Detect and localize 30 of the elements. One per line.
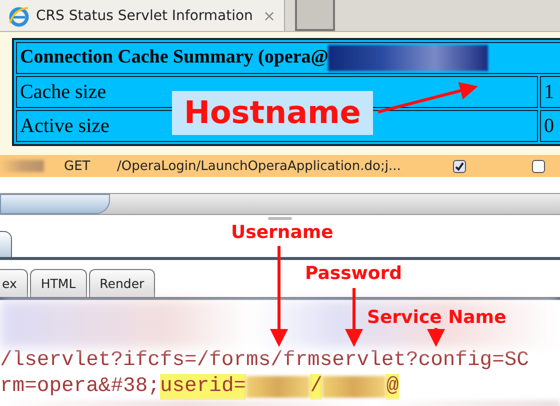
annotation-arrow — [427, 328, 445, 347]
annotation-label: Hostname — [172, 91, 373, 135]
checkbox[interactable] — [532, 160, 545, 172]
annotation-arrow — [345, 288, 363, 347]
blurred-block — [0, 160, 44, 172]
code-text: @ — [386, 374, 399, 400]
request-url: /OperaLogin/LaunchOperaApplication.do;j... — [117, 158, 402, 174]
code-text: rm=opera&#38; — [0, 374, 160, 400]
table-heading: Connection Cache Summary (opera@ — [20, 46, 328, 68]
row-label: Cache size — [20, 80, 106, 102]
request-method: GET — [64, 158, 92, 174]
row-value: 1 — [544, 80, 554, 102]
code-text: / — [310, 374, 322, 400]
annotation-label: Username — [231, 222, 334, 243]
annotation-label: Password — [305, 263, 402, 284]
scrollbar-thumb[interactable] — [0, 194, 110, 214]
annotation-label: Service Name — [367, 307, 506, 328]
view-tab[interactable]: Render — [88, 269, 156, 297]
splitter-handle[interactable] — [268, 217, 292, 220]
view-tab[interactable]: HTML — [30, 269, 87, 297]
tab-title[interactable]: CRS Status Servlet Information — [36, 8, 253, 24]
checkbox[interactable] — [453, 160, 466, 172]
browser-logo-icon — [8, 4, 30, 26]
new-tab-button[interactable] — [294, 0, 335, 31]
code-text: userid= — [160, 374, 246, 400]
row-value: 0 — [544, 114, 554, 136]
panel-tab[interactable] — [0, 231, 12, 257]
view-tab[interactable]: ex — [0, 269, 28, 297]
code-text: /lservlet?ifcfs=/forms/frmservlet?config=SC — [0, 348, 529, 374]
row-label: Active size — [20, 114, 110, 136]
